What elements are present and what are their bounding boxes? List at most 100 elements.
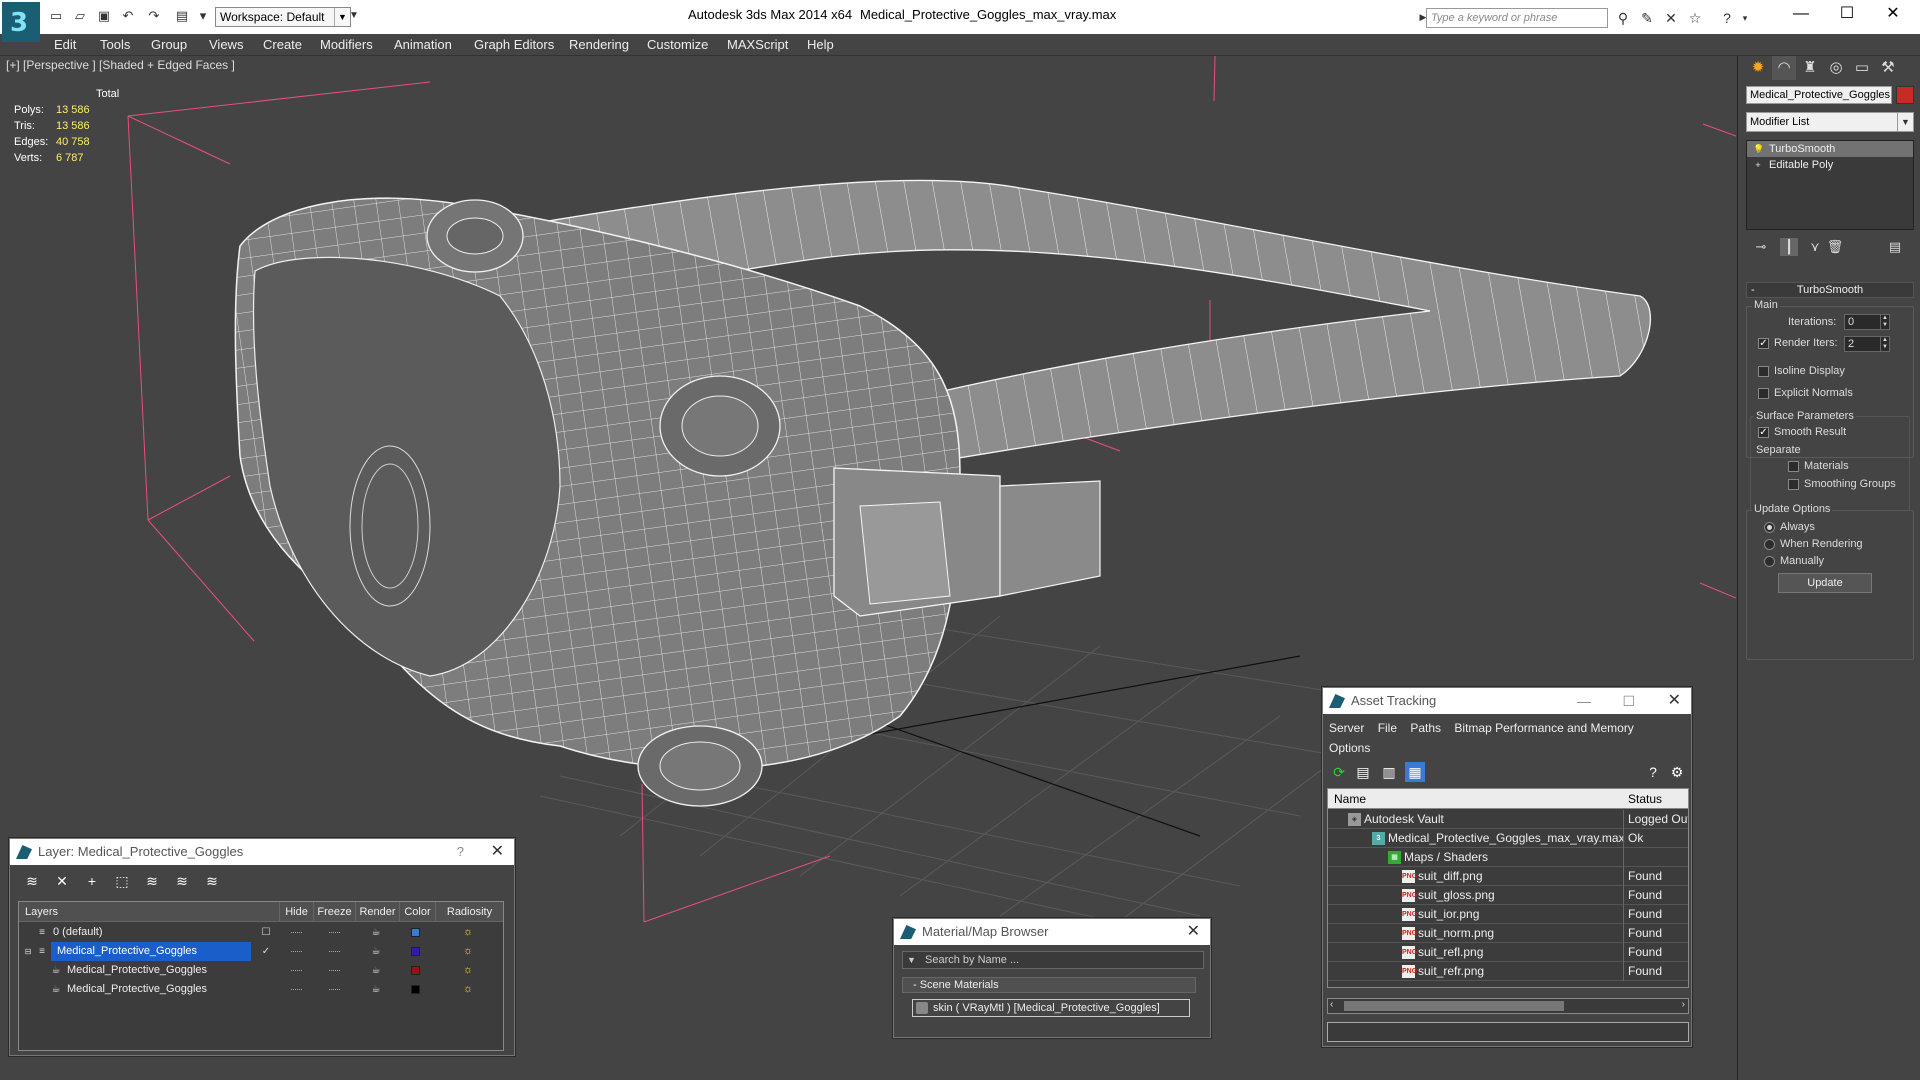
update-when-rendering-radio[interactable] <box>1764 539 1775 550</box>
scrollbar-thumb[interactable] <box>1344 1001 1564 1011</box>
col-hide[interactable]: Hide <box>279 902 313 922</box>
undo-icon[interactable]: ↶ <box>120 8 136 24</box>
layer-color-swatch[interactable] <box>411 947 420 956</box>
help-search-input[interactable]: Type a keyword or phrase <box>1426 8 1608 28</box>
asset-row[interactable]: PNG suit_refl.png Found <box>1328 943 1688 962</box>
list-view-icon[interactable]: ▤ <box>1353 762 1373 782</box>
layer-color-swatch[interactable] <box>411 966 420 975</box>
redo-icon[interactable]: ↷ <box>146 8 162 24</box>
favorites-star-icon[interactable]: ☆ <box>1686 9 1704 27</box>
menu-rendering[interactable]: Rendering <box>569 37 629 52</box>
stack-item-turbosmooth[interactable]: 💡 TurboSmooth <box>1747 141 1913 157</box>
minimize-icon[interactable]: — <box>1577 688 1591 714</box>
remove-modifier-icon[interactable]: 🗑 <box>1826 238 1844 256</box>
freeze-toggle[interactable] <box>329 932 340 933</box>
render-teapot-icon[interactable]: ☕ <box>369 944 383 959</box>
menu-views[interactable]: Views <box>209 37 243 52</box>
asset-row[interactable]: PNG suit_ior.png Found <box>1328 905 1688 924</box>
modify-tab-icon[interactable]: ◠ <box>1772 56 1796 80</box>
asset-tracking-titlebar[interactable]: Asset Tracking — ☐ ✕ <box>1323 688 1691 714</box>
configure-modifier-sets-icon[interactable]: ▤ <box>1886 238 1904 256</box>
layer-name[interactable]: 0 (default) <box>53 923 103 942</box>
radiosity-icon[interactable]: ☼ <box>461 944 475 959</box>
layer-row[interactable]: ☕ Medical_Protective_Goggles ☕ ☼ <box>19 980 503 999</box>
close-icon[interactable]: ✕ <box>491 839 504 865</box>
hide-toggle[interactable] <box>291 932 302 933</box>
menu-group[interactable]: Group <box>151 37 187 52</box>
app-logo-icon[interactable]: 3 <box>2 2 40 42</box>
create-layer-icon[interactable]: ≋ <box>22 871 42 891</box>
freeze-all-layers-icon[interactable]: ≋ <box>202 871 222 891</box>
new-file-icon[interactable]: ▭ <box>48 8 64 24</box>
add-to-layer-icon[interactable]: + <box>82 871 102 891</box>
object-color-swatch[interactable] <box>1896 86 1914 104</box>
hide-all-layers-icon[interactable]: ≋ <box>172 871 192 891</box>
freeze-toggle[interactable] <box>329 970 340 971</box>
render-iters-checkbox[interactable]: ✓ <box>1758 338 1769 349</box>
stack-item-editable-poly[interactable]: + Editable Poly <box>1747 157 1913 173</box>
iterations-spinner[interactable]: 0 ▲ ▼ <box>1844 314 1890 330</box>
close-icon[interactable]: ✕ <box>1668 688 1681 714</box>
menu-maxscript[interactable]: MAXScript <box>727 37 788 52</box>
col-name[interactable]: Name <box>1334 789 1366 809</box>
motion-tab-icon[interactable]: ◎ <box>1824 56 1848 80</box>
delete-layer-icon[interactable]: ✕ <box>52 871 72 891</box>
col-radiosity[interactable]: Radiosity <box>435 902 503 922</box>
hide-toggle[interactable] <box>291 989 302 990</box>
col-status[interactable]: Status <box>1628 789 1662 809</box>
asset-row[interactable]: ◈ Autodesk Vault Logged Out <box>1328 810 1688 829</box>
utilities-tab-icon[interactable]: ⚒ <box>1876 56 1900 80</box>
material-search-input[interactable]: ▼ Search by Name ... <box>902 951 1204 969</box>
highlight-layer-icon[interactable]: ≋ <box>142 871 162 891</box>
menu-help[interactable]: Help <box>807 37 834 52</box>
menu-options[interactable]: Options <box>1329 741 1370 755</box>
hide-toggle[interactable] <box>291 951 302 952</box>
workspace-dropdown[interactable]: Workspace: Default ▼ <box>215 7 351 27</box>
asset-row[interactable]: PNG suit_diff.png Found <box>1328 867 1688 886</box>
col-color[interactable]: Color <box>399 902 435 922</box>
layer-name[interactable]: Medical_Protective_Goggles <box>67 980 207 999</box>
open-file-icon[interactable]: ▱ <box>72 8 88 24</box>
separate-smoothing-groups-checkbox[interactable] <box>1788 479 1799 490</box>
maximize-icon[interactable]: ☐ <box>1622 688 1635 714</box>
table-view-icon[interactable]: ▦ <box>1405 762 1425 782</box>
asset-row[interactable]: ▦ Maps / Shaders <box>1328 848 1688 867</box>
layer-name[interactable]: Medical_Protective_Goggles <box>51 942 251 961</box>
communication-icon[interactable]: ✕ <box>1662 9 1680 27</box>
close-icon[interactable]: ✕ <box>1187 919 1200 945</box>
current-layer-checkmark-icon[interactable]: ✓ <box>259 944 273 959</box>
make-unique-icon[interactable]: ⋎ <box>1806 238 1824 256</box>
current-layer-icon[interactable]: ☐ <box>259 925 273 940</box>
hierarchy-tab-icon[interactable]: ♜ <box>1798 56 1822 80</box>
project-folder-icon[interactable]: ▤ <box>174 8 190 24</box>
save-file-icon[interactable]: ▣ <box>96 8 112 24</box>
help-button[interactable]: ? <box>457 839 464 865</box>
freeze-toggle[interactable] <box>329 951 340 952</box>
layer-color-swatch[interactable] <box>411 928 420 937</box>
pin-stack-icon[interactable]: ⊸ <box>1752 238 1770 256</box>
horizontal-scrollbar[interactable]: ‹ › <box>1327 998 1689 1014</box>
expand-plus-icon[interactable]: + <box>1753 160 1763 170</box>
object-name-field[interactable]: Medical_Protective_Goggles <box>1746 86 1892 104</box>
select-in-layer-icon[interactable]: ⬚ <box>112 871 132 891</box>
menu-bitmap-performance[interactable]: Bitmap Performance and Memory <box>1454 721 1633 735</box>
menu-animation[interactable]: Animation <box>394 37 452 52</box>
minimize-icon[interactable]: — <box>1778 0 1824 30</box>
asset-row[interactable]: PNG suit_refr.png Found <box>1328 962 1688 981</box>
menu-file[interactable]: File <box>1378 721 1397 735</box>
layer-window-titlebar[interactable]: Layer: Medical_Protective_Goggles ? ✕ <box>10 839 514 865</box>
render-iters-spinner[interactable]: 2 ▲ ▼ <box>1844 336 1890 352</box>
asset-row[interactable]: PNG suit_norm.png Found <box>1328 924 1688 943</box>
separate-materials-checkbox[interactable] <box>1788 461 1799 472</box>
scroll-left-icon[interactable]: ‹ <box>1330 999 1333 1010</box>
turbosmooth-rollout-header[interactable]: - TurboSmooth <box>1746 282 1914 298</box>
update-always-radio[interactable] <box>1764 522 1775 533</box>
menu-customize[interactable]: Customize <box>647 37 708 52</box>
help-icon[interactable]: ? <box>1643 762 1663 782</box>
update-manually-radio[interactable] <box>1764 556 1775 567</box>
layer-row[interactable]: ⊟ ≡ Medical_Protective_Goggles ✓ ☕ ☼ <box>19 942 503 961</box>
render-teapot-icon[interactable]: ☕ <box>369 982 383 997</box>
smooth-result-checkbox[interactable]: ✓ <box>1758 427 1769 438</box>
menu-edit[interactable]: Edit <box>54 37 76 52</box>
create-tab-icon[interactable]: ✹ <box>1746 56 1770 80</box>
